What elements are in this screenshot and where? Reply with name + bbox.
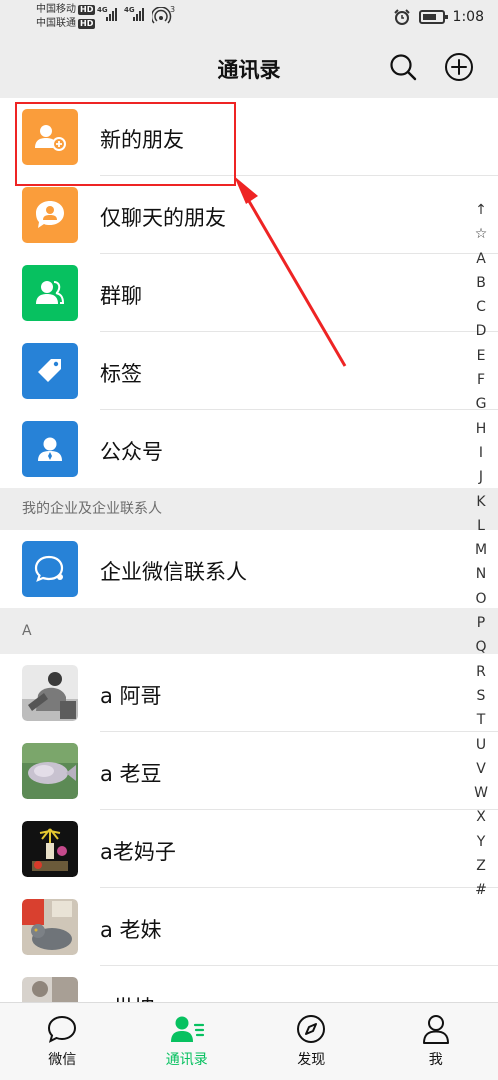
tab-me-label: 我 (428, 1052, 443, 1068)
header: 通讯录 (0, 36, 498, 98)
index-letter[interactable]: C (476, 295, 486, 319)
add-icon[interactable] (444, 52, 474, 82)
tags-item[interactable]: 标签 (0, 332, 498, 410)
carrier-1-name: 中国移动 (36, 4, 76, 15)
index-letter[interactable]: G (476, 392, 487, 416)
hotspot-count: 3 (170, 5, 176, 14)
section-header-a: A (0, 608, 498, 654)
index-letter[interactable]: M (475, 538, 487, 562)
contact-list[interactable]: 新的朋友 仅聊天的朋友 群聊 标签 公众号 我的企业及企业联系人 企业微信联系人… (0, 98, 498, 1002)
index-letter[interactable]: S (477, 684, 486, 708)
contact-item[interactable]: a世坤 (0, 966, 498, 1002)
index-letter[interactable]: L (477, 514, 485, 538)
index-letter[interactable]: Q (475, 635, 486, 659)
search-icon[interactable] (388, 52, 418, 82)
chat-only-friends-item[interactable]: 仅聊天的朋友 (0, 176, 498, 254)
tab-discover[interactable]: 发现 (249, 1003, 374, 1080)
index-letter[interactable]: N (476, 562, 486, 586)
alphabet-index[interactable]: ↑ ☆ A B C D E F G H I J K L M N O P Q R S T U V W X Y Z # (472, 198, 490, 903)
index-letter[interactable]: A (476, 247, 486, 271)
tags-label: 标签 (100, 362, 142, 386)
battery-icon (418, 10, 448, 24)
official-accounts-item[interactable]: 公众号 (0, 410, 498, 488)
index-letter[interactable]: I (479, 441, 483, 465)
hd-badge-2: HD (78, 19, 96, 29)
index-letter[interactable]: P (477, 611, 485, 635)
contact-item[interactable]: a 老豆 (0, 732, 498, 810)
contact-name: a 阿哥 (100, 684, 162, 708)
group-chats-icon (22, 265, 78, 321)
tab-discover-label: 发现 (297, 1052, 326, 1068)
index-letter[interactable]: T (477, 708, 486, 732)
avatar (22, 977, 78, 1002)
index-letter[interactable]: Y (477, 830, 486, 854)
index-letter[interactable]: K (476, 490, 485, 514)
contact-name: a 老豆 (100, 762, 162, 786)
clock: 1:08 (452, 9, 484, 25)
tab-contacts[interactable]: 通讯录 (125, 1003, 250, 1080)
contact-name: a老妈子 (100, 840, 176, 864)
contact-item[interactable]: a 阿哥 (0, 654, 498, 732)
index-letter[interactable]: O (475, 587, 486, 611)
avatar (22, 821, 78, 877)
group-chats-label: 群聊 (100, 284, 142, 308)
bottom-nav: 微信 通讯录 发现 我 (0, 1002, 498, 1080)
tab-contacts-label: 通讯录 (165, 1052, 208, 1068)
tab-chats[interactable]: 微信 (0, 1003, 125, 1080)
index-letter[interactable]: E (477, 344, 486, 368)
signal-icon-1 (106, 8, 117, 21)
highlight-box (15, 102, 236, 186)
official-accounts-label: 公众号 (100, 440, 163, 464)
index-letter[interactable]: H (476, 417, 487, 441)
enterprise-section-header: 我的企业及企业联系人 (0, 488, 498, 530)
index-letter[interactable]: Z (476, 854, 486, 878)
page-title: 通讯录 (217, 58, 281, 82)
index-letter[interactable]: V (476, 757, 486, 781)
enterprise-contacts-label: 企业微信联系人 (100, 560, 247, 584)
compass-icon (297, 1015, 326, 1043)
carrier-2-name: 中国联通 (36, 18, 76, 29)
index-letter[interactable]: B (476, 271, 486, 295)
status-right: 1:08 (393, 8, 484, 26)
index-letter[interactable]: U (476, 733, 486, 757)
tags-icon (22, 343, 78, 399)
index-letter[interactable]: J (479, 465, 483, 489)
contact-item[interactable]: a 老妹 (0, 888, 498, 966)
contact-item[interactable]: a老妈子 (0, 810, 498, 888)
index-letter[interactable]: ↑ (475, 198, 487, 222)
tab-chats-label: 微信 (48, 1052, 77, 1068)
person-icon (422, 1015, 449, 1044)
wecom-icon (22, 541, 78, 597)
index-letter[interactable]: F (477, 368, 485, 392)
chat-only-friends-label: 仅聊天的朋友 (100, 206, 226, 230)
enterprise-contacts-item[interactable]: 企业微信联系人 (0, 530, 498, 608)
index-letter[interactable]: R (476, 660, 486, 684)
index-letter[interactable]: ☆ (475, 222, 488, 246)
avatar (22, 665, 78, 721)
alarm-icon (393, 9, 410, 25)
avatar (22, 743, 78, 799)
index-letter[interactable]: W (474, 781, 488, 805)
chat-bubble-icon (48, 1015, 77, 1043)
index-letter[interactable]: X (476, 805, 486, 829)
contact-name: a 老妹 (100, 918, 162, 942)
hd-badge-1: HD (78, 5, 96, 15)
official-accounts-icon (22, 421, 78, 477)
carrier-1: 中国移动 HD (36, 4, 96, 16)
signal-icon-2 (133, 8, 144, 21)
contact-name: a世坤 (100, 992, 155, 1002)
contacts-icon (170, 1016, 204, 1042)
carrier-2: 中国联通 HD (36, 18, 96, 30)
index-letter[interactable]: D (476, 319, 487, 343)
avatar (22, 899, 78, 955)
index-letter[interactable]: # (475, 878, 487, 902)
status-bar: 中国移动 HD 中国联通 HD 4G 4G 3 1:08 (0, 0, 498, 36)
chat-only-friends-icon (22, 187, 78, 243)
tab-me[interactable]: 我 (374, 1003, 498, 1080)
group-chats-item[interactable]: 群聊 (0, 254, 498, 332)
